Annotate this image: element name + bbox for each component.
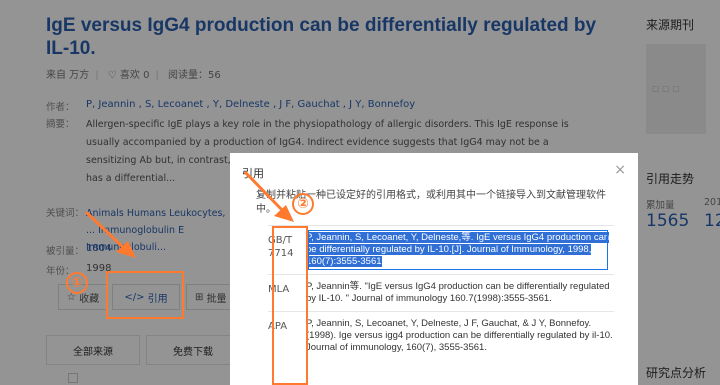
highlight-cite-button <box>106 271 184 319</box>
arrow-to-cite-button <box>84 210 128 252</box>
highlight-gbt-citation <box>308 230 608 270</box>
highlight-format-column <box>272 226 308 385</box>
annotation-arrows <box>84 170 294 258</box>
step-1-badge: ① <box>66 272 88 294</box>
step-2-badge: ② <box>292 193 314 215</box>
arrowhead-2 <box>274 205 294 222</box>
arrow-to-gbt-row <box>243 170 286 214</box>
